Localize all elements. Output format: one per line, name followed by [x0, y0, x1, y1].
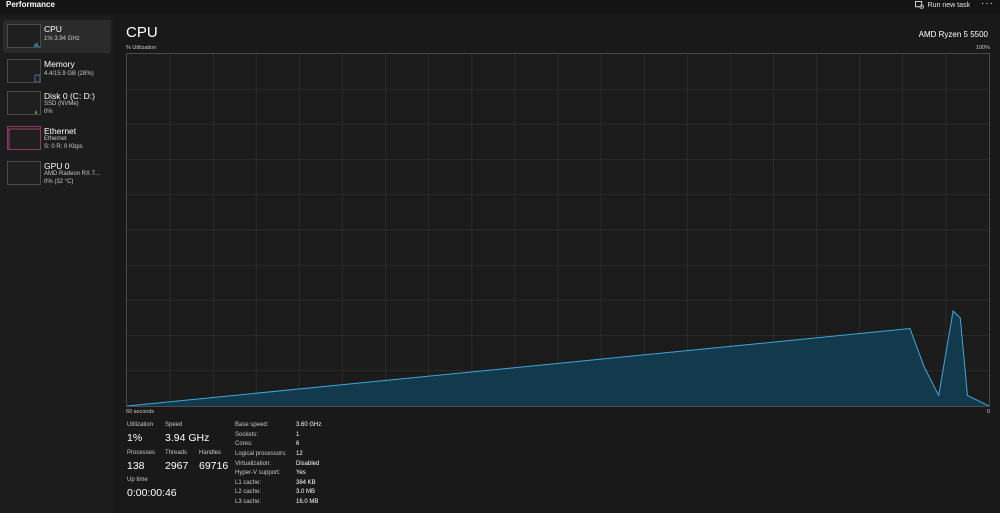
x-axis-left-label: 60 seconds	[126, 409, 155, 415]
virtualization-value: Disabled	[296, 461, 320, 467]
run-new-task-button[interactable]: Run new task	[914, 0, 970, 10]
x-axis-right-label: 0	[986, 409, 990, 415]
l1-cache-label: L1 cache:	[235, 480, 262, 486]
sidebar-item-label: Ethernet	[44, 126, 77, 136]
more-options-icon[interactable]: ···	[981, 0, 994, 9]
sidebar-item-detail: 4.4/15.9 GB (28%)	[44, 71, 94, 77]
sidebar-item-detail: SSD (NVMe)	[44, 101, 79, 107]
cpu-model-name: AMD Ryzen 5 5500	[918, 30, 988, 39]
sidebar-item-label: GPU 0	[44, 161, 70, 171]
utilization-value: 1%	[127, 432, 143, 444]
base-speed-label: Base speed:	[235, 422, 269, 428]
uptime-value: 0:00:00:46	[127, 487, 177, 499]
l2-cache-label: L2 cache:	[235, 489, 262, 495]
l1-cache-value: 384 KB	[296, 480, 316, 486]
processes-value: 138	[127, 460, 145, 472]
sidebar-item-detail-2: S: 0 R: 0 Kbps	[44, 144, 83, 150]
sidebar-item-detail-2: 0% (32 °C)	[44, 179, 74, 185]
l2-cache-value: 3.0 MB	[296, 489, 316, 495]
sidebar-item-ethernet[interactable]: Ethernet Ethernet S: 0 R: 0 Kbps	[3, 122, 111, 155]
cores-label: Cores:	[235, 441, 253, 447]
l3-cache-value: 16.0 MB	[296, 499, 319, 505]
sidebar-item-label: CPU	[44, 24, 62, 34]
sockets-label: Sockets:	[235, 432, 259, 438]
cores-value: 6	[296, 441, 300, 447]
sidebar-item-cpu[interactable]: CPU 1% 3.94 GHz	[3, 20, 111, 53]
threads-label: Threads	[165, 450, 188, 456]
sidebar-item-detail-2: 0%	[44, 109, 53, 115]
handles-value: 69716	[199, 460, 229, 472]
sidebar-item-label: Disk 0 (C: D:)	[44, 91, 95, 101]
threads-value: 2967	[165, 460, 189, 472]
gpu-thumbnail-graph	[7, 161, 41, 185]
sockets-value: 1	[296, 432, 300, 438]
speed-value: 3.94 GHz	[165, 432, 210, 444]
uptime-label: Up time	[127, 477, 148, 483]
sidebar-item-detail: AMD Radeon RX 7...	[44, 171, 101, 177]
cpu-utilization-graph	[126, 53, 990, 407]
sidebar-item-detail: Ethernet	[44, 136, 67, 142]
cpu-chart-svg	[127, 54, 989, 406]
run-new-task-label: Run new task	[927, 1, 970, 9]
speed-label: Speed	[165, 422, 183, 428]
title-bar	[0, 0, 1000, 14]
virtualization-label: Virtualization:	[235, 461, 271, 467]
logical-processors-label: Logical processors:	[235, 451, 287, 457]
sidebar-item-disk-0[interactable]: Disk 0 (C: D:) SSD (NVMe) 0%	[3, 87, 111, 120]
sidebar: CPU 1% 3.94 GHz Memory 4.4/15.9 GB (28%)…	[0, 16, 113, 513]
run-task-icon	[914, 1, 924, 9]
l3-cache-label: L3 cache:	[235, 499, 262, 505]
logical-processors-value: 12	[296, 451, 303, 457]
handles-label: Handles	[199, 450, 222, 456]
disk-thumbnail-graph	[7, 91, 41, 115]
ethernet-thumbnail-graph	[7, 126, 41, 150]
processes-label: Processes	[127, 450, 156, 456]
sidebar-item-detail: 1% 3.94 GHz	[44, 36, 80, 42]
hyper-v-label: Hyper-V support:	[235, 470, 281, 476]
page-title: Performance	[6, 0, 55, 9]
base-speed-value: 3.60 GHz	[296, 422, 322, 428]
sidebar-item-gpu-0[interactable]: GPU 0 AMD Radeon RX 7... 0% (32 °C)	[3, 157, 111, 190]
y-axis-label: % Utilization	[126, 45, 157, 51]
utilization-label: Utilization	[127, 422, 154, 428]
memory-thumbnail-graph	[7, 59, 41, 83]
page-heading: CPU	[126, 24, 158, 41]
sidebar-item-memory[interactable]: Memory 4.4/15.9 GB (28%)	[3, 55, 111, 88]
hyper-v-value: Yes	[296, 470, 306, 476]
cpu-thumbnail-graph	[7, 24, 41, 48]
sidebar-item-label: Memory	[44, 59, 75, 69]
y-axis-max-label: 100%	[975, 45, 990, 51]
